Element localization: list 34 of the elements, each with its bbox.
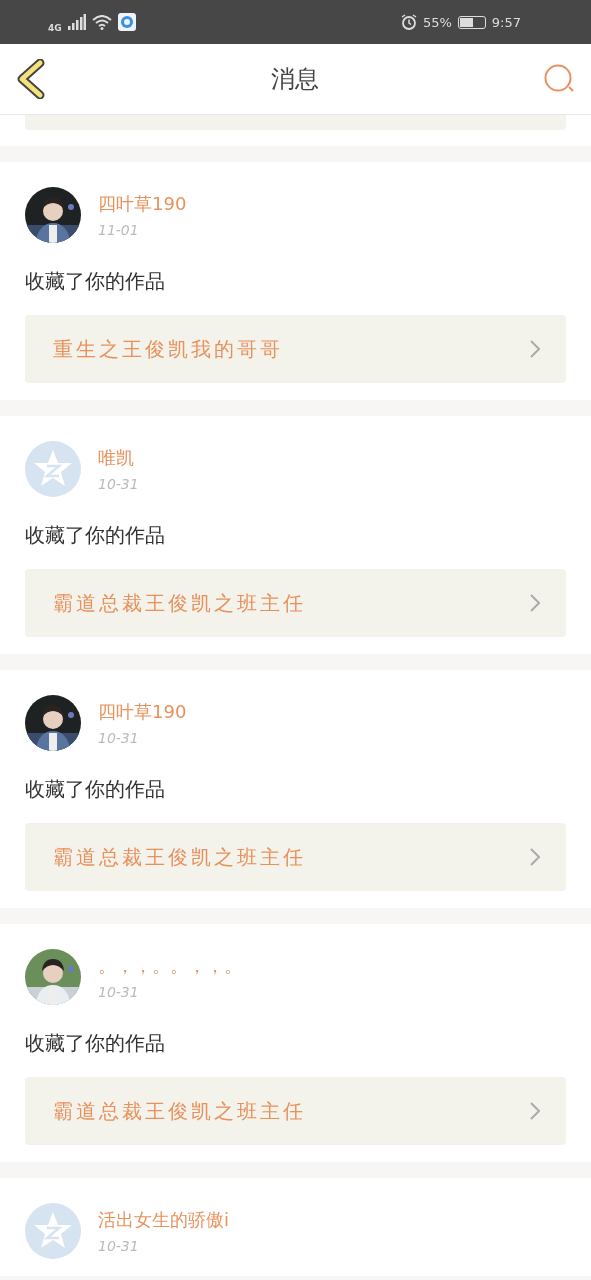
message-date: 10-31	[98, 984, 140, 1000]
user-name[interactable]: 四叶草190	[98, 192, 187, 216]
user-name[interactable]: 四叶草190	[98, 700, 187, 724]
default-avatar-icon	[25, 441, 81, 497]
message-date: 11-01	[98, 222, 140, 238]
app-icon	[117, 13, 136, 31]
message-date: 10-31	[98, 730, 140, 746]
chevron-icon	[530, 594, 540, 612]
message-date: 10-31	[98, 476, 139, 492]
chevron-icon	[530, 340, 540, 358]
user-name[interactable]: 。，，。。，，。	[98, 954, 242, 978]
chevron-icon	[530, 848, 540, 866]
work-link[interactable]: 重生之王俊凯我的哥哥	[25, 315, 566, 383]
network-type: 4G	[48, 23, 62, 33]
message-text: 收藏了你的作品	[25, 1030, 166, 1057]
work-link[interactable]: 霸道总裁王俊凯之班主任	[25, 823, 566, 891]
default-avatar-icon	[25, 1203, 81, 1259]
page-title: 消息	[270, 64, 319, 95]
battery-percent: 55%	[422, 14, 452, 30]
wifi-icon	[91, 14, 112, 30]
user-name[interactable]: 活出女生的骄傲i	[98, 1208, 229, 1232]
signal-icon	[67, 14, 86, 30]
battery-icon	[457, 15, 486, 29]
clock: 9:57	[491, 14, 521, 30]
work-link[interactable]: 霸道总裁王俊凯之班主任	[25, 569, 566, 637]
work-link[interactable]: 霸道总裁王俊凯之班主任	[25, 1077, 566, 1145]
message-date: 10-31	[98, 1238, 140, 1254]
chevron-icon	[530, 1102, 540, 1120]
back-icon[interactable]	[16, 59, 46, 99]
message-text: 收藏了你的作品	[25, 268, 166, 295]
message-text: 收藏了你的作品	[25, 522, 166, 549]
message-text: 收藏了你的作品	[25, 776, 166, 803]
alarm-icon	[400, 14, 417, 30]
user-name[interactable]: 唯凯	[98, 446, 139, 470]
